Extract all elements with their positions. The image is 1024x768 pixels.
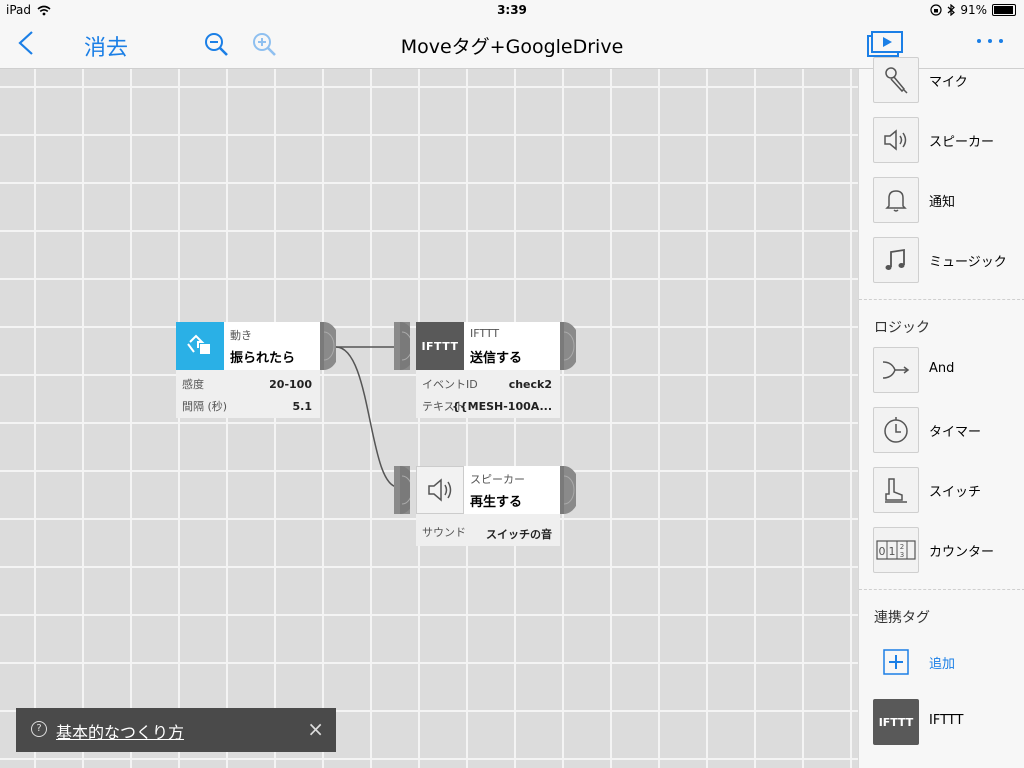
speaker-icon: [416, 466, 464, 514]
and-merge-icon: [873, 347, 919, 393]
speaker-block-header: スピーカー 再生する: [416, 466, 560, 514]
block-name: 再生する: [470, 495, 523, 510]
status-time: 3:39: [497, 3, 527, 17]
wire-motion-to-speaker: [335, 346, 399, 488]
palette-label: And: [929, 361, 955, 376]
ifttt-logo-icon: IFTTT: [873, 699, 919, 745]
palette-item-microphone[interactable]: マイク: [873, 57, 1023, 105]
palette-item-timer[interactable]: タイマー: [873, 407, 1023, 455]
battery-icon: [992, 4, 1016, 16]
add-icon: [883, 649, 909, 675]
editor-canvas[interactable]: 動き 振られたら 感度 20-100 間隔 (秒) 5.1 IFTTT IFTT…: [0, 69, 858, 768]
motion-block-header: 動き 振られたら: [176, 322, 320, 370]
prop-value: {{MESH-100A...: [451, 400, 552, 413]
palette-label: カウンター: [929, 545, 995, 560]
close-icon[interactable]: ×: [307, 717, 324, 741]
help-banner: ? 基本的なつくり方 ×: [16, 708, 336, 752]
output-connector[interactable]: [320, 322, 336, 370]
palette-label: マイク: [929, 75, 968, 90]
prop-event-id[interactable]: イベントID check2: [422, 372, 552, 394]
add-linked-tag-button[interactable]: 追加: [873, 639, 1023, 687]
palette-label: スイッチ: [929, 485, 982, 500]
palette-item-switch[interactable]: スイッチ: [873, 467, 1023, 515]
wires: [335, 346, 399, 488]
music-note-icon: [873, 237, 919, 283]
prop-value: 5.1: [292, 400, 313, 413]
prop-sound[interactable]: サウンド スイッチの音: [422, 520, 552, 542]
palette-item-and[interactable]: And: [873, 347, 1023, 395]
ifttt-logo-text: IFTTT: [421, 339, 459, 353]
prop-sensitivity[interactable]: 感度 20-100: [182, 372, 312, 394]
battery-percent: 91%: [960, 3, 987, 17]
palette-label: 通知: [929, 195, 956, 210]
output-connector[interactable]: [560, 466, 576, 514]
palette-item-counter[interactable]: 0 1 2 3 カウンター: [873, 527, 1023, 575]
prop-key: イベントID: [422, 378, 478, 391]
prop-text[interactable]: テキスト {{MESH-100A...: [422, 394, 552, 416]
palette-item-music[interactable]: ミュージック: [873, 237, 1023, 285]
block-palette-sidebar[interactable]: マイク スピーカー 通知 ミュージック ロジック And タイマー スイッチ 0…: [858, 57, 1024, 768]
prop-value: 20-100: [269, 378, 312, 391]
prop-value: check2: [508, 378, 552, 391]
output-connector[interactable]: [560, 322, 576, 370]
palette-label: IFTTT: [929, 713, 964, 728]
more-options-icon[interactable]: [972, 26, 1008, 56]
input-connector[interactable]: [394, 322, 410, 370]
prop-key: サウンド: [422, 526, 466, 539]
ifttt-block[interactable]: IFTTT IFTTT 送信する イベントID check2 テキスト {{ME…: [394, 322, 578, 418]
svg-text:3: 3: [900, 551, 904, 559]
ifttt-logo-text: IFTTT: [878, 715, 914, 729]
palette-label: スピーカー: [929, 135, 995, 150]
ifttt-block-props: イベントID check2 テキスト {{MESH-100A...: [416, 370, 560, 418]
block-name: 送信する: [470, 351, 523, 366]
palette-item-ifttt[interactable]: IFTTT IFTTT: [873, 699, 1023, 747]
prop-value: スイッチの音: [486, 528, 552, 541]
block-name: 振られたら: [230, 351, 296, 366]
help-question-icon: ?: [31, 721, 47, 737]
prop-interval[interactable]: 間隔 (秒) 5.1: [182, 394, 312, 416]
nav-bar: 消去 Moveタグ+GoogleDrive: [0, 20, 1024, 69]
bell-icon: [873, 177, 919, 223]
svg-text:2: 2: [900, 543, 904, 551]
switch-icon: [873, 467, 919, 513]
svg-text:0: 0: [879, 545, 886, 558]
counter-icon: 0 1 2 3: [873, 527, 919, 573]
ifttt-block-header: IFTTT IFTTT 送信する: [416, 322, 560, 370]
microphone-icon: [873, 57, 919, 103]
palette-label: タイマー: [929, 425, 982, 440]
timer-icon: [873, 407, 919, 453]
block-category: IFTTT: [470, 327, 500, 340]
palette-item-speaker[interactable]: スピーカー: [873, 117, 1023, 165]
speaker-icon: [873, 117, 919, 163]
add-label: 追加: [929, 657, 956, 672]
palette-label: ミュージック: [929, 255, 1007, 270]
orientation-lock-icon: [930, 4, 942, 16]
motion-block[interactable]: 動き 振られたら 感度 20-100 間隔 (秒) 5.1: [176, 322, 336, 418]
divider: [859, 589, 1024, 590]
section-header-linked-tags: 連携タグ: [874, 610, 930, 626]
section-header-logic: ロジック: [874, 320, 930, 336]
block-category: 動き: [230, 329, 252, 342]
motion-tag-icon: [176, 322, 224, 370]
ifttt-logo-icon: IFTTT: [416, 322, 464, 370]
svg-text:1: 1: [889, 545, 896, 558]
status-bar: iPad 3:39 91%: [0, 0, 1024, 20]
prop-key: 間隔 (秒): [182, 400, 228, 413]
motion-block-props: 感度 20-100 間隔 (秒) 5.1: [176, 370, 320, 418]
prop-key: 感度: [182, 378, 204, 391]
speaker-block[interactable]: スピーカー 再生する サウンド スイッチの音: [394, 466, 578, 546]
play-screen-icon[interactable]: [864, 28, 906, 60]
help-link[interactable]: 基本的なつくり方: [56, 719, 184, 743]
bluetooth-icon: [947, 4, 956, 16]
divider: [859, 299, 1024, 300]
palette-item-notification[interactable]: 通知: [873, 177, 1023, 225]
block-category: スピーカー: [470, 473, 525, 486]
input-connector[interactable]: [394, 466, 410, 514]
speaker-block-props: サウンド スイッチの音: [416, 514, 560, 546]
status-right: 91%: [930, 3, 1016, 17]
